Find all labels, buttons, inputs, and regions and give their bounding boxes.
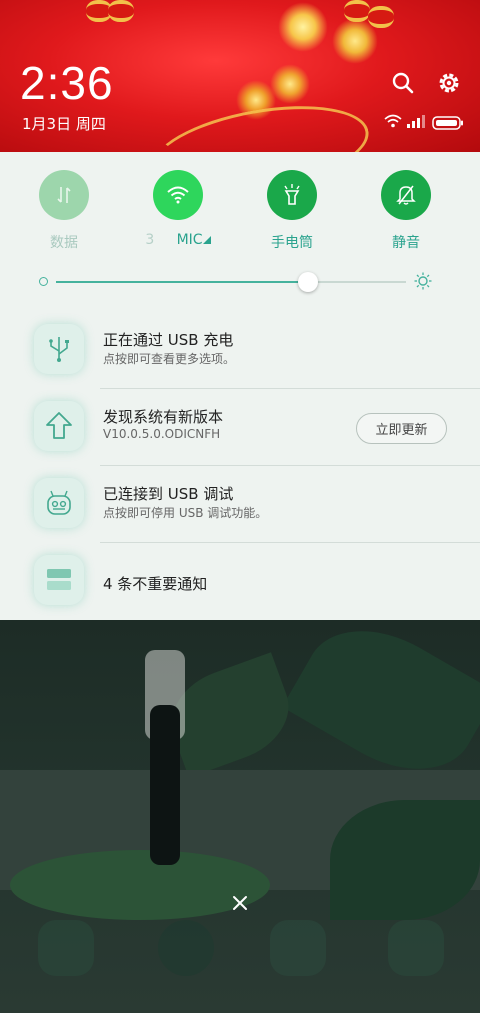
gear-icon[interactable] — [436, 70, 462, 96]
notification-usb-charging[interactable]: 正在通过 USB 充电 点按即可查看更多选项。 — [0, 312, 480, 389]
update-arrow-icon — [46, 412, 72, 439]
notification-usb-debugging[interactable]: 已连接到 USB 调试 点按即可停用 USB 调试功能。 — [0, 466, 480, 543]
battery-icon — [432, 116, 463, 130]
toggle-circle[interactable] — [267, 170, 317, 220]
notification-icon-container — [34, 324, 84, 374]
brightness-fill — [56, 281, 308, 283]
notification-title: 正在通过 USB 充电 — [103, 331, 234, 349]
toggle-wifi[interactable]: 3 MIC — [130, 170, 226, 248]
wallpaper-background — [0, 620, 480, 1013]
notification-icon-container — [34, 478, 84, 528]
toggle-data[interactable]: 数据 — [16, 170, 112, 252]
toggle-circle[interactable] — [39, 170, 89, 220]
notification-title: 已连接到 USB 调试 — [103, 485, 234, 503]
dock-phone-app — [38, 920, 94, 976]
close-icon[interactable] — [229, 892, 251, 914]
corner-arrow-icon — [202, 236, 211, 244]
brightness-high-icon — [414, 272, 432, 290]
wifi-icon — [167, 186, 189, 204]
notification-subtitle: 点按即可停用 USB 调试功能。 — [103, 506, 268, 520]
toggle-label: 数据 — [50, 235, 78, 251]
firework-decoration — [332, 18, 378, 64]
brightness-slider[interactable] — [34, 270, 444, 294]
toggle-flashlight[interactable]: 手电筒 — [244, 170, 340, 252]
wifi-name-faded: 3 — [145, 232, 155, 248]
leaf-decoration — [330, 800, 480, 920]
clock[interactable]: 2:36 — [20, 56, 114, 110]
usb-icon — [49, 337, 69, 362]
flashlight-icon — [284, 184, 300, 205]
update-now-button[interactable]: 立即更新 — [356, 413, 447, 444]
toggle-circle[interactable] — [153, 170, 203, 220]
notification-unimportant-group[interactable]: 4 条不重要通知 — [0, 543, 480, 620]
toggle-label: 静音 — [392, 235, 420, 251]
android-debug-icon — [47, 490, 71, 515]
firework-decoration — [270, 64, 310, 104]
notification-icon-container — [34, 555, 84, 605]
status-header: 2:36 1月3日 周四 — [0, 0, 480, 152]
silent-bell-icon — [396, 185, 416, 205]
search-icon[interactable] — [390, 70, 416, 96]
toggle-circle[interactable] — [381, 170, 431, 220]
control-panel: 数据 3 MIC 手电筒 静音 正在通过 USB 充电 点按即可查看更多选项。 … — [0, 152, 480, 620]
lantern-decoration — [108, 0, 134, 22]
notification-subtitle: V10.0.5.0.ODICNFH — [103, 427, 221, 441]
stack-icon — [47, 569, 71, 590]
data-arrows-icon — [57, 187, 71, 203]
brightness-low-icon — [39, 277, 48, 286]
wifi-status-icon — [384, 114, 402, 128]
dock-camera-app — [388, 920, 444, 976]
dock-mi-app — [158, 920, 214, 976]
brightness-track[interactable] — [56, 272, 406, 292]
toggle-label: 手电筒 — [271, 235, 313, 251]
toggle-silent[interactable]: 静音 — [358, 170, 454, 252]
notification-title: 4 条不重要通知 — [103, 575, 208, 593]
date[interactable]: 1月3日 周四 — [22, 113, 106, 134]
dock-messages-app — [270, 920, 326, 976]
notification-subtitle: 点按即可查看更多选项。 — [103, 352, 236, 366]
signal-icon — [407, 115, 425, 128]
toggle-label: 3 MIC — [130, 232, 226, 248]
notification-title: 发现系统有新版本 — [103, 408, 224, 426]
notification-icon-container — [34, 401, 84, 451]
figure-illustration — [150, 705, 180, 865]
brightness-thumb[interactable] — [298, 272, 318, 292]
firework-decoration — [278, 2, 328, 52]
wifi-name: MIC — [176, 232, 203, 248]
notification-system-update[interactable]: 发现系统有新版本 V10.0.5.0.ODICNFH 立即更新 — [0, 389, 480, 466]
